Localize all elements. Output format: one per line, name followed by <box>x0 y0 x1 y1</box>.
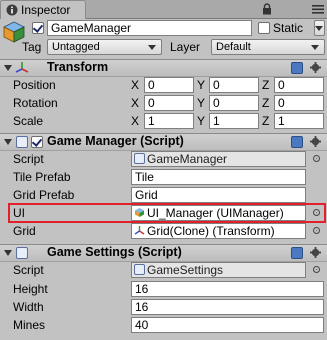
script-file-icon <box>134 264 145 275</box>
width-field[interactable]: 16 <box>131 299 324 315</box>
gear-icon[interactable] <box>310 247 321 258</box>
object-picker-icon[interactable] <box>313 155 320 162</box>
ui-row: UI UI_Manager (UIManager) <box>0 204 327 222</box>
tag-value: Untagged <box>52 41 100 53</box>
field-label: Grid Prefab <box>13 188 75 202</box>
row-label: Rotation <box>13 96 58 110</box>
height-row: Height 16 <box>0 280 327 298</box>
script-row: Script GameManager <box>0 150 327 168</box>
position-z-field[interactable]: 0 <box>274 77 324 93</box>
layer-dropdown[interactable]: Default <box>211 39 325 55</box>
script-reference-field: GameManager <box>131 151 306 167</box>
game-settings-title: Game Settings (Script) <box>47 245 182 259</box>
menu-icon[interactable] <box>312 4 324 14</box>
field-label: Grid <box>13 224 36 238</box>
width-row: Width 16 <box>0 298 327 316</box>
info-icon <box>6 4 18 16</box>
help-icon[interactable] <box>291 136 303 148</box>
tag-dropdown[interactable]: Untagged <box>47 39 162 55</box>
game-settings-foldout-icon[interactable] <box>4 250 12 256</box>
script-reference-field: GameSettings <box>131 262 306 278</box>
x-axis-label[interactable]: X <box>131 96 139 110</box>
script-component-icon <box>16 247 28 259</box>
field-label: Tile Prefab <box>13 170 71 184</box>
transform-row: Position X 0 Y 0 Z 0 <box>0 76 327 94</box>
gameobject-name-input[interactable]: GameManager <box>47 20 252 36</box>
grid-transform-field[interactable]: Grid(Clone) (Transform) <box>131 223 306 239</box>
gear-icon[interactable] <box>310 62 321 73</box>
component-icon <box>135 208 144 217</box>
tab-label: Inspector <box>21 3 71 17</box>
field-value: GameSettings <box>147 263 224 277</box>
z-axis-label[interactable]: Z <box>262 96 269 110</box>
rotation-x-field[interactable]: 0 <box>144 95 194 111</box>
z-axis-label[interactable]: Z <box>262 78 269 92</box>
scale-y-field[interactable]: 1 <box>209 113 259 129</box>
layer-value: Default <box>216 41 251 53</box>
tile-prefab-row: Tile Prefab Tile <box>0 168 327 186</box>
field-label: Script <box>13 152 44 166</box>
transform-axes-icon <box>15 62 29 73</box>
script-row: Script GameSettings <box>0 261 327 279</box>
script-file-icon <box>134 153 145 164</box>
field-label: Script <box>13 263 44 277</box>
transform-rows: Position X 0 Y 0 Z 0 Rotation X 0 Y 0 Z … <box>0 76 327 130</box>
field-value: GameManager <box>147 152 228 166</box>
rotation-z-field[interactable]: 0 <box>274 95 324 111</box>
mines-row: Mines 40 <box>0 316 327 334</box>
x-axis-label[interactable]: X <box>131 114 139 128</box>
help-icon[interactable] <box>291 62 303 74</box>
game-manager-enabled-toggle[interactable] <box>31 136 43 148</box>
position-y-field[interactable]: 0 <box>209 77 259 93</box>
gameobject-active-toggle[interactable] <box>32 22 44 34</box>
z-axis-label[interactable]: Z <box>262 114 269 128</box>
object-picker-icon[interactable] <box>313 227 320 234</box>
ui-manager-field[interactable]: UI_Manager (UIManager) <box>131 205 306 221</box>
row-label: Scale <box>13 114 44 128</box>
height-field[interactable]: 16 <box>131 281 324 297</box>
transform-title: Transform <box>47 60 109 74</box>
field-label: Width <box>13 300 44 314</box>
object-picker-icon[interactable] <box>313 209 320 216</box>
tab-inspector[interactable]: Inspector <box>0 0 86 19</box>
position-x-field[interactable]: 0 <box>144 77 194 93</box>
field-label: UI <box>13 206 25 220</box>
rotation-y-field[interactable]: 0 <box>209 95 259 111</box>
y-axis-label[interactable]: Y <box>197 78 205 92</box>
grid-row: Grid Grid(Clone) (Transform) <box>0 222 327 240</box>
scale-x-field[interactable]: 1 <box>144 113 194 129</box>
tile-prefab-field[interactable]: Tile <box>131 169 306 185</box>
grid-prefab-field[interactable]: Grid <box>131 187 306 203</box>
field-value: UI_Manager (UIManager) <box>147 206 284 220</box>
tag-label: Tag <box>22 40 42 54</box>
static-checkbox[interactable] <box>258 22 270 34</box>
x-axis-label[interactable]: X <box>131 78 139 92</box>
row-label: Position <box>13 78 56 92</box>
game-manager-foldout-icon[interactable] <box>4 139 12 145</box>
gear-icon[interactable] <box>310 136 321 147</box>
object-picker-icon[interactable] <box>313 266 320 273</box>
field-value: Grid(Clone) (Transform) <box>147 224 275 238</box>
transform-row: Rotation X 0 Y 0 Z 0 <box>0 94 327 112</box>
game-manager-title: Game Manager (Script) <box>47 134 184 148</box>
transform-foldout-icon[interactable] <box>4 65 12 71</box>
static-label: Static <box>273 21 304 35</box>
layer-label: Layer <box>170 40 201 54</box>
help-icon[interactable] <box>291 247 303 259</box>
transform-icon <box>134 226 145 235</box>
game-manager-fields: Script GameManager Tile Prefab Tile Grid… <box>0 150 327 240</box>
mines-field[interactable]: 40 <box>131 317 324 333</box>
game-settings-fields: Script GameSettings Height 16 Width 16 M… <box>0 261 327 337</box>
grid-prefab-row: Grid Prefab Grid <box>0 186 327 204</box>
transform-row: Scale X 1 Y 1 Z 1 <box>0 112 327 130</box>
scale-z-field[interactable]: 1 <box>274 113 324 129</box>
lock-icon[interactable] <box>262 3 272 15</box>
script-component-icon <box>16 136 28 148</box>
field-label: Mines <box>13 318 46 332</box>
y-axis-label[interactable]: Y <box>197 96 205 110</box>
field-label: Height <box>13 282 48 296</box>
static-dropdown[interactable] <box>314 20 325 36</box>
y-axis-label[interactable]: Y <box>197 114 205 128</box>
